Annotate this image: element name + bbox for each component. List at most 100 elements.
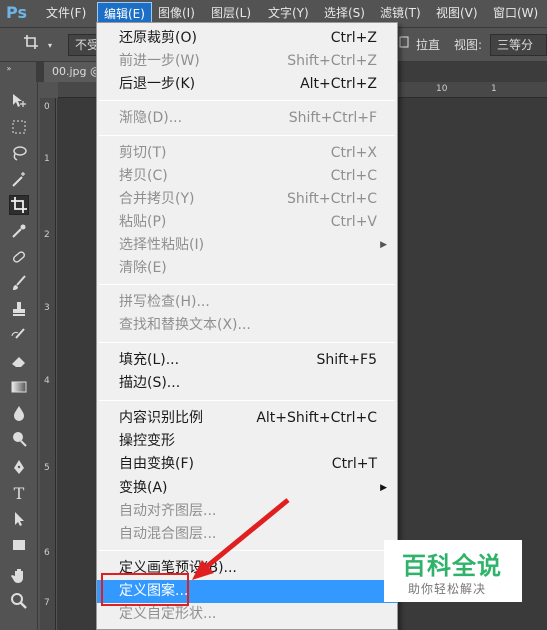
menu-item-label: 拼写检查(H)... bbox=[119, 294, 210, 310]
rectangle-tool-icon[interactable] bbox=[9, 536, 29, 556]
menu-item-label: 清除(E) bbox=[119, 260, 167, 276]
menu-item-shortcut: Ctrl+Z bbox=[330, 30, 377, 46]
menu-item-label: 操控变形 bbox=[119, 433, 175, 449]
ruler-tick: 10 bbox=[436, 84, 448, 94]
move-tool-icon[interactable] bbox=[9, 92, 29, 112]
view-label: 视图: bbox=[454, 38, 483, 52]
menu-file[interactable]: 文件(F) bbox=[40, 0, 92, 28]
menu-item-content-aware-scale[interactable]: 内容识别比例 Alt+Shift+Ctrl+C bbox=[97, 407, 397, 430]
menu-item-shortcut: Shift+F5 bbox=[316, 352, 377, 368]
menu-item-label: 自动混合图层... bbox=[119, 526, 217, 542]
ruler-tick: 2 bbox=[44, 230, 50, 240]
menu-item-label: 查找和替换文本(X)... bbox=[119, 317, 251, 333]
menu-item-shortcut: Ctrl+T bbox=[331, 456, 377, 472]
crop-tool-icon[interactable] bbox=[9, 195, 29, 215]
eyedropper-tool-icon[interactable] bbox=[9, 222, 29, 242]
menu-item-check-spelling[interactable]: 拼写检查(H)... bbox=[97, 291, 397, 314]
document-tab[interactable]: 00.jpg @ bbox=[44, 62, 104, 82]
menu-item-paste[interactable]: 粘贴(P) Ctrl+V bbox=[97, 211, 397, 234]
brush-tool-icon[interactable] bbox=[9, 274, 29, 294]
menu-item-label: 前进一步(W) bbox=[119, 53, 200, 69]
menu-item-label: 粘贴(P) bbox=[119, 214, 167, 230]
menu-separator bbox=[99, 284, 395, 285]
menu-item-find-replace[interactable]: 查找和替换文本(X)... bbox=[97, 314, 397, 337]
menu-separator bbox=[99, 342, 395, 343]
menu-item-copy[interactable]: 拷贝(C) Ctrl+C bbox=[97, 165, 397, 188]
lasso-tool-icon[interactable] bbox=[9, 144, 29, 164]
watermark-title: 百科全说 bbox=[402, 552, 502, 580]
menu-item-puppet-warp[interactable]: 操控变形 bbox=[97, 430, 397, 453]
magic-wand-tool-icon[interactable] bbox=[9, 170, 29, 190]
ruler-tick: 1 bbox=[44, 154, 50, 164]
crop-tool-preset-icon[interactable] bbox=[20, 34, 42, 54]
menu-item-paste-special[interactable]: 选择性粘贴(I) ▶ bbox=[97, 234, 397, 257]
menu-item-shortcut: Shift+Ctrl+F bbox=[288, 110, 377, 126]
straighten-label[interactable]: 拉直 bbox=[416, 35, 440, 55]
submenu-arrow-icon: ▶ bbox=[380, 483, 387, 493]
clone-stamp-tool-icon[interactable] bbox=[9, 300, 29, 320]
menu-item-fill[interactable]: 填充(L)... Shift+F5 bbox=[97, 349, 397, 372]
ruler-tick: 6 bbox=[44, 548, 50, 558]
menu-separator bbox=[99, 400, 395, 401]
ruler-tick: 1 bbox=[491, 84, 497, 94]
healing-brush-tool-icon[interactable] bbox=[9, 248, 29, 268]
gradient-tool-icon[interactable] bbox=[9, 378, 29, 398]
menu-item-label: 自由变换(F) bbox=[119, 456, 194, 472]
menu-item-define-custom-shape[interactable]: 定义自定形状... bbox=[97, 603, 397, 626]
menu-item-shortcut: Alt+Ctrl+Z bbox=[300, 76, 377, 92]
collapse-toolbox-icon[interactable]: » bbox=[2, 64, 16, 74]
menu-item-label: 定义自定形状... bbox=[119, 606, 217, 622]
eraser-tool-icon[interactable] bbox=[9, 352, 29, 372]
menu-item-copy-merged[interactable]: 合并拷贝(Y) Shift+Ctrl+C bbox=[97, 188, 397, 211]
menu-separator bbox=[99, 550, 395, 551]
menu-item-label: 变换(A) bbox=[119, 480, 168, 496]
menu-item-label: 自动对齐图层... bbox=[119, 503, 217, 519]
zoom-tool-icon[interactable] bbox=[9, 592, 29, 612]
menu-item-label: 后退一步(K) bbox=[119, 76, 196, 92]
type-tool-icon[interactable]: T bbox=[9, 484, 29, 504]
menu-item-transform[interactable]: 变换(A) ▶ bbox=[97, 477, 397, 500]
submenu-arrow-icon: ▶ bbox=[380, 240, 387, 250]
dodge-tool-icon[interactable] bbox=[9, 430, 29, 450]
pen-tool-icon[interactable] bbox=[9, 458, 29, 478]
menu-item-cut[interactable]: 剪切(T) Ctrl+X bbox=[97, 142, 397, 165]
menu-separator bbox=[99, 100, 395, 101]
menu-item-label: 内容识别比例 bbox=[119, 410, 203, 426]
menu-item-auto-blend-layers[interactable]: 自动混合图层... bbox=[97, 523, 397, 546]
marquee-tool-icon[interactable] bbox=[9, 118, 29, 138]
blur-tool-icon[interactable] bbox=[9, 404, 29, 424]
menu-item-step-backward[interactable]: 后退一步(K) Alt+Ctrl+Z bbox=[97, 73, 397, 96]
menu-item-label: 拷贝(C) bbox=[119, 168, 168, 184]
tool-preset-dropdown-icon[interactable]: ▾ bbox=[46, 36, 54, 56]
menu-item-label: 填充(L)... bbox=[119, 352, 180, 368]
menu-item-shortcut: Ctrl+X bbox=[330, 145, 377, 161]
ruler-tick: 0 bbox=[44, 102, 50, 112]
menu-item-shortcut: Shift+Ctrl+Z bbox=[287, 53, 377, 69]
menu-item-stroke[interactable]: 描边(S)... bbox=[97, 372, 397, 395]
menu-item-undo-crop[interactable]: 还原裁剪(O) Ctrl+Z bbox=[97, 27, 397, 50]
menu-item-shortcut: Ctrl+V bbox=[330, 214, 377, 230]
menu-item-free-transform[interactable]: 自由变换(F) Ctrl+T bbox=[97, 453, 397, 476]
view-select[interactable]: 三等分 bbox=[490, 34, 547, 56]
menu-item-shortcut: Alt+Shift+Ctrl+C bbox=[256, 410, 377, 426]
hand-tool-icon[interactable] bbox=[9, 566, 29, 586]
straighten-icon[interactable] bbox=[398, 35, 412, 55]
menu-window[interactable]: 窗口(W) bbox=[487, 0, 544, 28]
photoshop-logo: Ps bbox=[6, 3, 27, 22]
menu-item-fade[interactable]: 渐隐(D)... Shift+Ctrl+F bbox=[97, 107, 397, 130]
menu-item-auto-align-layers[interactable]: 自动对齐图层... bbox=[97, 500, 397, 523]
menu-item-label: 合并拷贝(Y) bbox=[119, 191, 195, 207]
ruler-tick: 3 bbox=[44, 303, 50, 313]
path-selection-tool-icon[interactable] bbox=[9, 510, 29, 530]
menu-item-clear[interactable]: 清除(E) bbox=[97, 257, 397, 280]
menu-item-step-forward[interactable]: 前进一步(W) Shift+Ctrl+Z bbox=[97, 50, 397, 73]
menu-item-label: 剪切(T) bbox=[119, 145, 167, 161]
toolbox: » T bbox=[0, 62, 38, 630]
menu-view[interactable]: 视图(V) bbox=[430, 0, 484, 28]
history-brush-tool-icon[interactable] bbox=[9, 326, 29, 346]
menu-separator bbox=[99, 135, 395, 136]
ruler-tick: 4 bbox=[44, 376, 50, 386]
watermark-subtitle: 助你轻松解决 bbox=[408, 582, 487, 596]
ruler-tick: 5 bbox=[44, 463, 50, 473]
menu-item-label: 渐隐(D)... bbox=[119, 110, 183, 126]
